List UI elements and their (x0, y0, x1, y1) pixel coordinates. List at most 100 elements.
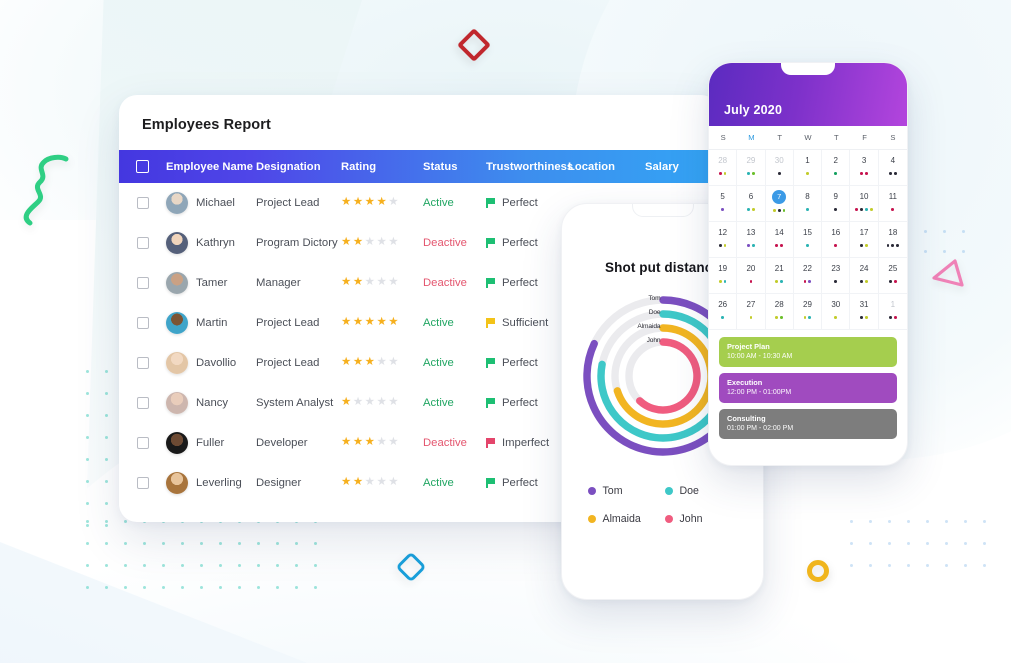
rating-star[interactable]: ★ (376, 317, 386, 329)
calendar-day-cell[interactable]: 12 (709, 222, 738, 258)
rating-star[interactable]: ★ (376, 437, 386, 449)
calendar-day-cell[interactable]: 5 (709, 186, 738, 222)
calendar-day-cell[interactable]: 14 (765, 222, 794, 258)
column-header-status[interactable]: Status (423, 161, 486, 173)
calendar-day-cell[interactable]: 17 (850, 222, 879, 258)
calendar-day-cell[interactable]: 11 (878, 186, 907, 222)
rating-star[interactable]: ★ (341, 277, 351, 289)
rating-star[interactable]: ★ (376, 397, 386, 409)
rating-star[interactable]: ★ (365, 397, 375, 409)
rating-star[interactable]: ★ (388, 317, 398, 329)
rating-star[interactable]: ★ (353, 357, 363, 369)
calendar-event-card[interactable]: Execution 12:00 PM - 01:00PM (719, 373, 897, 403)
rating-star[interactable]: ★ (353, 277, 363, 289)
row-select-checkbox[interactable] (136, 437, 149, 449)
calendar-day-cell[interactable]: 7 (765, 186, 794, 222)
calendar-day-cell[interactable]: 15 (793, 222, 823, 258)
rating-star[interactable]: ★ (365, 237, 375, 249)
column-header-trustworthiness[interactable]: Trustworthiness (486, 161, 573, 173)
rating-star[interactable]: ★ (388, 477, 398, 489)
rating-star[interactable]: ★ (341, 437, 351, 449)
radial-arc-john[interactable] (635, 338, 701, 414)
row-select-checkbox[interactable] (136, 397, 149, 409)
row-select-checkbox[interactable] (136, 477, 149, 489)
row-checkbox-cell[interactable] (119, 197, 166, 209)
calendar-day-cell[interactable]: 23 (822, 258, 851, 294)
rating-star[interactable]: ★ (376, 277, 386, 289)
row-select-checkbox[interactable] (136, 237, 149, 249)
select-all-checkbox-cell[interactable] (119, 160, 166, 173)
calendar-day-cell[interactable]: 25 (878, 258, 907, 294)
calendar-day-cell[interactable]: 28 (709, 150, 738, 186)
calendar-day-cell[interactable]: 30 (765, 150, 794, 186)
rating-star[interactable]: ★ (388, 277, 398, 289)
column-header-employee-name[interactable]: Employee Name (166, 161, 256, 173)
row-checkbox-cell[interactable] (119, 237, 166, 249)
rating-star[interactable]: ★ (365, 197, 375, 209)
row-checkbox-cell[interactable] (119, 357, 166, 369)
rating-star[interactable]: ★ (353, 237, 363, 249)
calendar-day-cell[interactable]: 1 (878, 294, 907, 330)
rating-star[interactable]: ★ (365, 277, 375, 289)
rating-star[interactable]: ★ (376, 477, 386, 489)
calendar-day-cell[interactable]: 21 (765, 258, 794, 294)
row-select-checkbox[interactable] (136, 197, 149, 209)
row-select-checkbox[interactable] (136, 357, 149, 369)
row-select-checkbox[interactable] (136, 277, 149, 289)
row-checkbox-cell[interactable] (119, 477, 166, 489)
row-checkbox-cell[interactable] (119, 437, 166, 449)
calendar-day-cell[interactable]: 18 (878, 222, 907, 258)
rating-star[interactable]: ★ (353, 477, 363, 489)
rating-star[interactable]: ★ (388, 357, 398, 369)
calendar-day-cell[interactable]: 29 (793, 294, 823, 330)
calendar-event-card[interactable]: Consulting 01:00 PM - 02:00 PM (719, 409, 897, 439)
row-select-checkbox[interactable] (136, 317, 149, 329)
rating-star[interactable]: ★ (353, 197, 363, 209)
calendar-day-cell[interactable]: 9 (822, 186, 851, 222)
rating-star[interactable]: ★ (388, 397, 398, 409)
select-all-checkbox[interactable] (136, 160, 149, 173)
column-header-location[interactable]: Location (568, 161, 645, 173)
rating-star[interactable]: ★ (365, 317, 375, 329)
calendar-day-cell[interactable]: 24 (850, 258, 879, 294)
calendar-day-cell[interactable]: 28 (765, 294, 794, 330)
rating-star[interactable]: ★ (388, 197, 398, 209)
rating-star[interactable]: ★ (353, 437, 363, 449)
column-header-rating[interactable]: Rating (341, 161, 423, 173)
calendar-day-cell[interactable]: 4 (878, 150, 907, 186)
legend-item-almaida[interactable]: Almaida (587, 513, 661, 525)
rating-star[interactable]: ★ (341, 477, 351, 489)
rating-star[interactable]: ★ (353, 317, 363, 329)
rating-star[interactable]: ★ (365, 437, 375, 449)
calendar-day-cell[interactable]: 13 (737, 222, 766, 258)
rating-star[interactable]: ★ (388, 437, 398, 449)
calendar-day-cell[interactable]: 16 (822, 222, 851, 258)
calendar-day-cell[interactable]: 1 (793, 150, 823, 186)
calendar-day-cell[interactable]: 26 (709, 294, 738, 330)
calendar-day-cell[interactable]: 2 (822, 150, 851, 186)
calendar-day-cell[interactable]: 29 (737, 150, 766, 186)
legend-item-john[interactable]: John (664, 513, 738, 525)
rating-star[interactable]: ★ (388, 237, 398, 249)
rating-star[interactable]: ★ (365, 357, 375, 369)
rating-star[interactable]: ★ (341, 197, 351, 209)
calendar-day-cell[interactable]: 19 (709, 258, 738, 294)
rating-star[interactable]: ★ (376, 237, 386, 249)
calendar-day-cell[interactable]: 27 (737, 294, 766, 330)
row-checkbox-cell[interactable] (119, 317, 166, 329)
calendar-day-cell[interactable]: 31 (850, 294, 879, 330)
rating-star[interactable]: ★ (376, 197, 386, 209)
calendar-day-cell[interactable]: 20 (737, 258, 766, 294)
legend-item-doe[interactable]: Doe (664, 485, 738, 497)
rating-star[interactable]: ★ (365, 477, 375, 489)
rating-star[interactable]: ★ (353, 397, 363, 409)
rating-star[interactable]: ★ (376, 357, 386, 369)
rating-star[interactable]: ★ (341, 357, 351, 369)
rating-star[interactable]: ★ (341, 237, 351, 249)
calendar-day-cell[interactable]: 3 (850, 150, 879, 186)
legend-item-tom[interactable]: Tom (587, 485, 661, 497)
calendar-day-cell[interactable]: 6 (737, 186, 766, 222)
rating-star[interactable]: ★ (341, 317, 351, 329)
calendar-day-cell[interactable]: 10 (850, 186, 879, 222)
column-header-designation[interactable]: Designation (256, 161, 341, 173)
